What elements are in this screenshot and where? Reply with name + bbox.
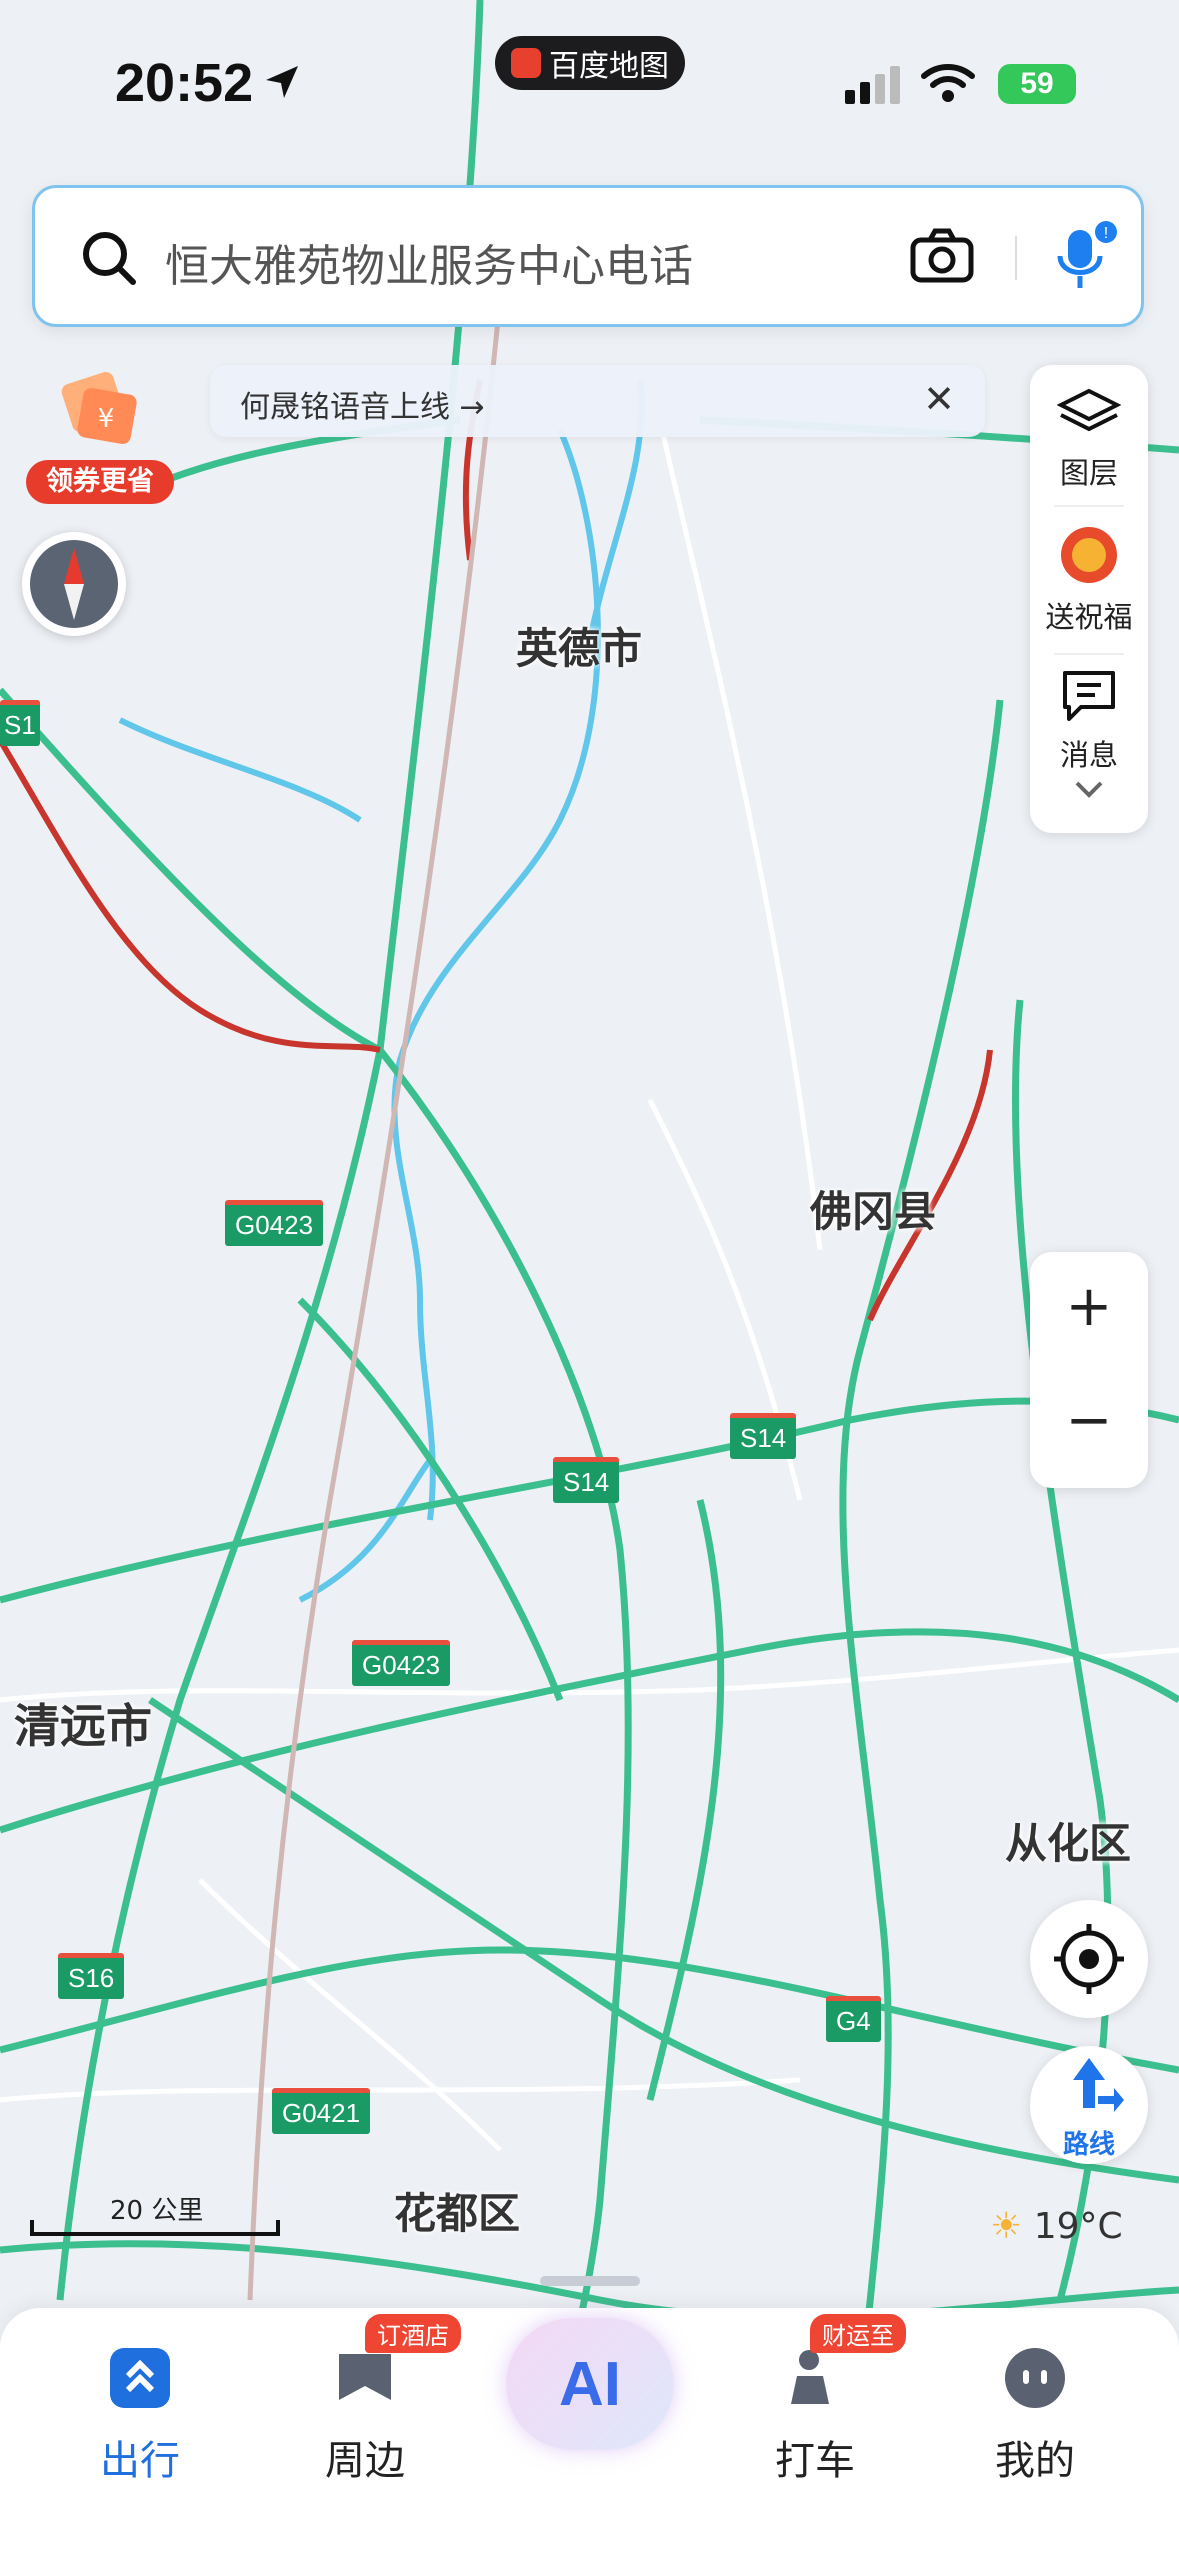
location-arrow-icon [266, 66, 298, 98]
temperature: 19°C [1033, 2206, 1123, 2247]
road-shield-s16: S16 [58, 1953, 125, 1999]
message-icon [1063, 671, 1115, 721]
app-name: 百度地图 [549, 49, 669, 84]
route-arrow-icon [1073, 2058, 1124, 2112]
tab-taxi-label: 打车 [775, 2438, 855, 2484]
close-icon[interactable]: ✕ [923, 377, 955, 421]
tab-nearby-label: 周边 [325, 2438, 405, 2484]
hotel-tag-badge: 订酒店 [365, 2314, 461, 2353]
tab-nearby[interactable]: 周边 [265, 2346, 465, 2486]
coupon-ticket-icon: ¥ [61, 371, 137, 445]
city-label-qingyuan[interactable]: 清远市 [14, 1690, 152, 1756]
svg-text:!: ! [1104, 225, 1108, 242]
road-shield-g0421: G0421 [272, 2088, 371, 2134]
zoom-out-button[interactable]: − [1030, 1388, 1148, 1453]
layers-label: 图层 [1059, 456, 1118, 490]
search-divider [1015, 236, 1017, 280]
svg-text:¥: ¥ [98, 404, 115, 434]
search-input[interactable]: 恒大雅苑物业服务中心电话 [165, 230, 693, 294]
tab-mine[interactable]: 我的 [935, 2346, 1135, 2486]
tab-travel-label: 出行 [100, 2438, 180, 2484]
route-button[interactable]: 路线 [1030, 2046, 1148, 2164]
map-scale-bar: 20 公里 [30, 2190, 280, 2240]
layers-button[interactable]: 图层 [1030, 387, 1148, 492]
notice-text[interactable]: 何晟铭语音上线 → [240, 382, 485, 426]
weather-widget[interactable]: ☀ 19°C [990, 2206, 1123, 2247]
search-bar[interactable]: 恒大雅苑物业服务中心电话 ! [32, 185, 1144, 327]
wifi-icon [921, 64, 975, 102]
back-to-app-pill[interactable]: 百度地图 [495, 36, 685, 90]
road-shield-s1: S1 [0, 700, 40, 746]
camera-icon[interactable] [910, 226, 974, 286]
chevron-down-icon[interactable] [1069, 777, 1109, 801]
search-icon [83, 232, 136, 285]
city-label-fogang[interactable]: 佛冈县 [810, 1178, 936, 1239]
panel-divider [1054, 505, 1124, 507]
tab-taxi[interactable]: 打车 [715, 2346, 915, 2486]
city-label-conghua[interactable]: 从化区 [1005, 1810, 1131, 1871]
blessing-icon [1061, 527, 1117, 583]
layers-icon [1056, 388, 1122, 432]
travel-icon [110, 2348, 170, 2408]
ai-label: AI [559, 2349, 621, 2419]
cellular-signal-icon [845, 66, 900, 104]
road-shield-s14-east: S14 [730, 1413, 797, 1459]
tab-mine-label: 我的 [995, 2438, 1075, 2484]
baidu-map-logo-icon [511, 48, 541, 78]
sun-icon: ☀ [990, 2206, 1023, 2247]
status-bar: 20:52 百度地图 59 [0, 0, 1179, 170]
map-tools-panel: 图层 送祝福 消息 [1030, 365, 1148, 833]
route-label: 路线 [1062, 2130, 1115, 2160]
blessing-button[interactable]: 送祝福 [1030, 523, 1148, 636]
nearby-icon [339, 2354, 391, 2400]
road-shield-g0423-south: G0423 [352, 1640, 451, 1686]
panel-divider [1054, 653, 1124, 655]
coupon-label: 领券更省 [26, 460, 174, 504]
zoom-in-button[interactable]: + [1030, 1274, 1148, 1339]
taxi-icon [791, 2350, 829, 2404]
blessing-label: 送祝福 [1045, 600, 1133, 634]
crosshair-icon [1054, 1924, 1124, 1994]
compass-icon [30, 540, 118, 628]
profile-icon [1005, 2348, 1065, 2408]
drawer-handle[interactable] [540, 2276, 640, 2286]
scale-ruler-icon [30, 2220, 280, 2236]
tab-travel[interactable]: 出行 [40, 2346, 240, 2486]
battery-indicator: 59 [998, 64, 1076, 104]
road-shield-g0423: G0423 [225, 1200, 324, 1246]
zoom-controls: + − [1030, 1252, 1148, 1488]
coupon-entry[interactable]: ¥ 领券更省 [26, 360, 174, 508]
messages-label: 消息 [1059, 738, 1118, 772]
road-shield-g4: G4 [826, 1996, 881, 2042]
compass-button[interactable] [22, 532, 126, 636]
ai-assistant-button[interactable]: AI [506, 2318, 674, 2450]
voice-notice-banner[interactable]: 何晟铭语音上线 → ✕ [210, 365, 985, 437]
city-label-yingde[interactable]: 英德市 [516, 615, 642, 676]
locate-me-button[interactable] [1030, 1900, 1148, 2018]
fortune-tag-badge: 财运至 [810, 2314, 906, 2353]
status-time: 20:52 [115, 53, 254, 113]
road-shield-s14: S14 [553, 1457, 620, 1503]
microphone-icon[interactable]: ! [1050, 220, 1120, 300]
city-label-huadu[interactable]: 花都区 [394, 2180, 520, 2241]
messages-button[interactable]: 消息 [1030, 667, 1148, 808]
